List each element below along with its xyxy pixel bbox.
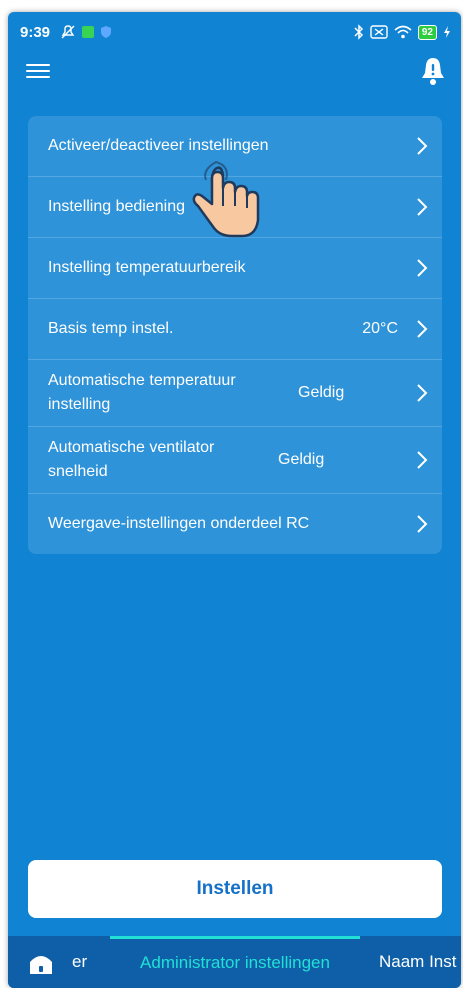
tab-administrator-settings[interactable]: Administrator instellingen	[110, 936, 360, 988]
home-icon[interactable]	[28, 950, 54, 976]
setting-activate-deactivate[interactable]: Activeer/deactiveer instellingen	[28, 116, 442, 177]
setting-auto-temperature[interactable]: Automatische temperatuur instelling Geld…	[28, 360, 442, 427]
setting-value: Geldig	[298, 384, 345, 401]
tab-previous[interactable]: er	[72, 952, 87, 972]
status-time: 9:39	[20, 24, 51, 41]
setting-value: 20°C	[362, 320, 398, 337]
chevron-right-icon	[417, 137, 428, 155]
setting-label: Automatische ventilator snelheid	[48, 439, 215, 480]
setting-label: Activeer/deactiveer instellingen	[48, 137, 269, 154]
wifi-icon	[394, 25, 412, 39]
shield-icon	[101, 26, 111, 38]
hamburger-menu-icon[interactable]	[26, 60, 50, 80]
battery-icon: 92	[417, 24, 437, 40]
setting-temperature-range[interactable]: Instelling temperatuurbereik	[28, 238, 442, 299]
setting-value: Geldig	[278, 451, 325, 468]
chevron-right-icon	[417, 198, 428, 216]
setting-label: Weergave-instellingen onderdeel RC	[48, 515, 310, 532]
chevron-right-icon	[417, 320, 428, 338]
sim-icon	[370, 25, 388, 39]
chevron-right-icon	[417, 451, 428, 469]
bottom-tab-bar: er Administrator instellingen Naam Inst	[8, 936, 461, 988]
bluetooth-icon	[354, 24, 363, 40]
status-bar: 9:39 92	[8, 12, 461, 52]
chevron-right-icon	[417, 259, 428, 277]
app-notification-icon	[82, 26, 94, 38]
setting-label: Basis temp instel.	[48, 320, 174, 337]
charging-icon	[444, 26, 450, 38]
setting-display-rc[interactable]: Weergave-instellingen onderdeel RC	[28, 494, 442, 554]
setting-label-suffix: s	[247, 198, 255, 215]
setting-base-temp[interactable]: Basis temp instel. 20°C	[28, 299, 442, 360]
setting-operation[interactable]: Instelling bediening s	[28, 177, 442, 238]
apply-button[interactable]: Instellen	[28, 860, 442, 918]
setting-label: Instelling temperatuurbereik	[48, 259, 246, 276]
chevron-right-icon	[417, 515, 428, 533]
mute-icon	[61, 25, 75, 39]
app-screen: 9:39 92 Activeer/deactiveer instellingen…	[8, 12, 461, 988]
notification-bell-icon[interactable]	[419, 56, 447, 86]
settings-list: Activeer/deactiveer instellingen Instell…	[28, 116, 442, 554]
setting-label: Automatische temperatuur instelling	[48, 372, 236, 413]
tab-next[interactable]: Naam Inst	[379, 952, 456, 972]
setting-auto-fan-speed[interactable]: Automatische ventilator snelheid Geldig	[28, 427, 442, 494]
chevron-right-icon	[417, 384, 428, 402]
setting-label: Instelling bediening	[48, 198, 185, 215]
